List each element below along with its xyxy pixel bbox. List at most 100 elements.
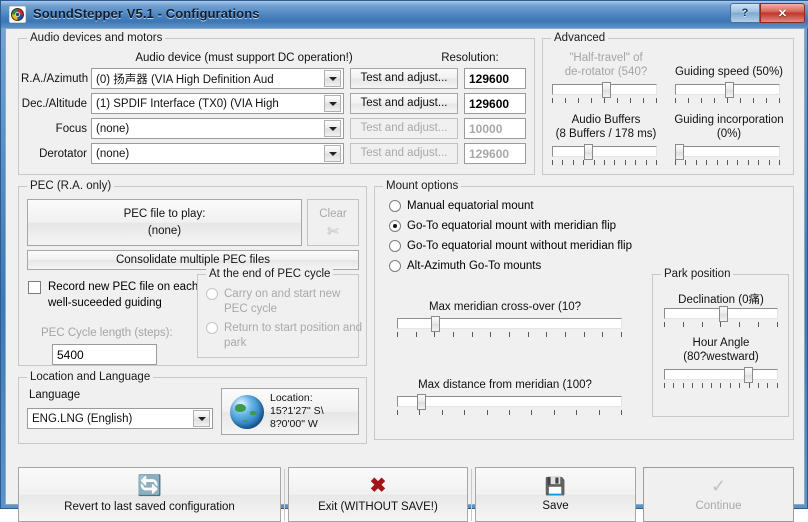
max-meridian-crossover-slider[interactable]: [397, 316, 622, 340]
guiding-speed-slider[interactable]: [675, 82, 780, 106]
location-language-group-title: Location and Language: [27, 371, 154, 383]
chevron-down-icon[interactable]: [324, 145, 341, 162]
title-bar[interactable]: SoundStepper V5.1 - Configurations ? ✕: [1, 1, 808, 28]
chevron-down-icon[interactable]: [324, 70, 341, 87]
row-label-dec-altitude: Dec./Altitude: [21, 98, 87, 110]
location-line2: 15?1'27" S\: [270, 404, 324, 417]
pec-end-of-cycle-title: At the end of PEC cycle: [206, 268, 334, 280]
guiding-incorporation-slider[interactable]: [675, 144, 780, 168]
row-label-derotator: Derotator: [39, 148, 87, 160]
mount-option-goto-with-flip[interactable]: Go-To equatorial mount with meridian fli…: [389, 220, 616, 232]
resolution-input-dec-altitude[interactable]: 129600: [464, 93, 526, 114]
checkmark-icon: ✓: [710, 476, 727, 496]
max-distance-meridian-slider[interactable]: [397, 394, 622, 418]
window-title: SoundStepper V5.1 - Configurations: [33, 6, 260, 21]
max-distance-meridian-label: Max distance from meridian (100?: [418, 379, 592, 391]
device-combo-dec-altitude-value: (1) SPDIF Interface (TX0) (VIA High: [96, 97, 279, 110]
language-combo-value: ENG.LNG (English): [32, 412, 133, 425]
pec-end-option-return-park-label: Return to start position and park: [224, 322, 363, 349]
toolbar-divider-2: [471, 469, 472, 521]
continue-button: ✓ Continue: [643, 467, 794, 522]
device-combo-derotator[interactable]: (none): [91, 143, 344, 164]
row-label-ra-azimuth: R.A./Azimuth: [21, 73, 89, 85]
mount-options-group: Mount options Manual equatorial mount Go…: [374, 180, 794, 440]
pec-cycle-length-input[interactable]: 5400: [52, 344, 157, 365]
device-combo-ra-azimuth[interactable]: (0) 扬声器 (VIA High Definition Aud: [91, 68, 344, 89]
location-line1: Location:: [270, 391, 313, 404]
chevron-down-icon[interactable]: [324, 120, 341, 137]
mount-option-alt-azimuth[interactable]: Alt-Azimuth Go-To mounts: [389, 260, 541, 272]
row-label-focus: Focus: [55, 123, 87, 135]
radio-dot: [389, 240, 401, 252]
mount-option-manual[interactable]: Manual equatorial mount: [389, 200, 534, 212]
audio-buffers-label-line2: (8 Buffers / 178 ms): [555, 128, 657, 140]
checkbox-box: [28, 281, 41, 294]
radio-dot: [206, 288, 218, 300]
pec-clear-label: Clear: [319, 207, 347, 220]
advanced-group-title: Advanced: [551, 32, 609, 44]
park-hour-angle-label-line2: (80?westward): [683, 351, 759, 363]
mount-option-alt-azimuth-label: Alt-Azimuth Go-To mounts: [407, 260, 542, 272]
device-combo-dec-altitude[interactable]: (1) SPDIF Interface (TX0) (VIA High: [91, 93, 344, 114]
toolbar-divider-1: [284, 469, 285, 521]
language-label: Language: [29, 389, 81, 401]
pec-end-option-carry-on: Carry on and start new PEC cycle: [206, 287, 340, 317]
park-hour-angle-slider[interactable]: [664, 367, 778, 391]
language-combo[interactable]: ENG.LNG (English): [27, 408, 213, 429]
pec-consolidate-button[interactable]: Consolidate multiple PEC files: [27, 250, 359, 270]
revert-button[interactable]: 🔄 Revert to last saved configuration: [18, 467, 281, 522]
max-meridian-crossover-label: Max meridian cross-over (10?: [428, 301, 582, 313]
globe-icon: [230, 394, 264, 429]
half-travel-label-line1: "Half-travel" of: [569, 52, 643, 64]
mount-option-goto-without-flip[interactable]: Go-To equatorial mount without meridian …: [389, 240, 632, 252]
location-button[interactable]: Location: 15?1'27" S\ 8?0'00" W: [221, 388, 359, 435]
device-combo-focus[interactable]: (none): [91, 118, 344, 139]
chevron-down-icon[interactable]: [324, 95, 341, 112]
resolution-input-ra-azimuth[interactable]: 129600: [464, 68, 526, 89]
park-declination-slider[interactable]: [664, 306, 778, 330]
guiding-speed-label: Guiding speed (50%): [674, 66, 784, 78]
revert-button-label: Revert to last saved configuration: [64, 501, 235, 513]
guiding-incorporation-label-line2: (0%): [716, 128, 742, 140]
park-position-group: Park position Declination (0痛) Hour Angl…: [652, 268, 789, 417]
mount-option-goto-without-flip-label: Go-To equatorial mount without meridian …: [407, 240, 633, 252]
continue-button-label: Continue: [695, 500, 742, 512]
pec-record-checkbox[interactable]: Record new PEC file on each well-suceeded…: [28, 280, 203, 311]
save-button[interactable]: 💾 Save: [475, 467, 636, 522]
device-combo-ra-azimuth-value: (0) 扬声器 (VIA High Definition Aud: [96, 73, 274, 86]
pec-file-button-line1: PEC file to play:: [123, 208, 206, 221]
help-button[interactable]: ?: [730, 3, 760, 23]
audio-buffers-label-line1: Audio Buffers: [571, 114, 641, 126]
application-window: SoundStepper V5.1 - Configurations ? ✕ A…: [0, 0, 808, 522]
location-text: Location: 15?1'27" S\ 8?0'00" W: [270, 392, 324, 431]
half-travel-slider[interactable]: [552, 82, 657, 106]
audio-devices-group: Audio devices and motors Audio device (m…: [18, 32, 535, 175]
pec-end-option-return-park: Return to start position and park: [206, 321, 362, 351]
mount-option-manual-label: Manual equatorial mount: [407, 200, 534, 212]
audio-buffers-slider[interactable]: [552, 144, 657, 168]
window-controls: ? ✕: [730, 3, 805, 23]
half-travel-label-line2: de-rotator (540?: [564, 66, 648, 78]
mount-options-group-title: Mount options: [383, 180, 462, 192]
pec-file-button-line2: (none): [147, 224, 182, 237]
close-button[interactable]: ✕: [760, 3, 805, 23]
chevron-down-icon[interactable]: [193, 410, 210, 427]
radio-dot: [206, 322, 218, 334]
resolution-column-header: Resolution:: [441, 52, 499, 64]
pec-end-option-carry-on-label: Carry on and start new PEC cycle: [224, 288, 341, 315]
scissors-icon: ✄: [327, 223, 339, 240]
exit-button[interactable]: ✖ Exit (WITHOUT SAVE!): [288, 467, 468, 522]
test-adjust-button-dec-altitude[interactable]: Test and adjust...: [350, 93, 458, 114]
audio-devices-group-title: Audio devices and motors: [27, 32, 166, 44]
pec-clear-button: Clear ✄: [307, 199, 359, 246]
pec-group-title: PEC (R.A. only): [27, 180, 115, 192]
pec-record-checkbox-label: Record new PEC file on each well-suceeded…: [48, 281, 199, 309]
resolution-input-derotator: 129600: [464, 143, 526, 164]
pec-end-of-cycle-group: At the end of PEC cycle Carry on and sta…: [197, 268, 362, 358]
test-adjust-button-ra-azimuth[interactable]: Test and adjust...: [350, 68, 458, 89]
location-language-group: Location and Language Language ENG.LNG (…: [18, 371, 367, 444]
pec-file-button[interactable]: PEC file to play: (none): [27, 199, 302, 246]
audio-device-column-header: Audio device (must support DC operation!…: [135, 52, 353, 64]
park-position-group-title: Park position: [661, 268, 734, 280]
mount-option-goto-with-flip-label: Go-To equatorial mount with meridian fli…: [407, 220, 617, 232]
